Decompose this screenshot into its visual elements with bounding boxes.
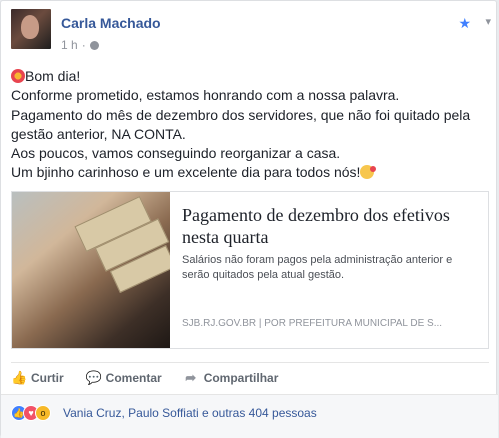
comment-button[interactable]: 💬 Comentar [85,370,162,386]
reactions-bar: 👍 ♥ o Vania Cruz, Paulo Soffiati e outra… [1,394,498,438]
post-time[interactable]: 1 h [61,38,78,52]
divider [11,362,489,363]
action-bar: 👍 Curtir 💬 Comentar ➦ Compartilhar [11,365,489,391]
reactions-summary[interactable]: Vania Cruz, Paulo Soffiati e outras 404 … [63,406,317,420]
post-text: Bom dia! Conforme prometido, estamos hon… [11,67,489,183]
author-name[interactable]: Carla Machado [61,15,161,31]
comment-label: Comentar [105,371,162,385]
post-card: Carla Machado 1 h · ★ ▾ Bom dia! Conform… [0,0,498,438]
like-label: Curtir [31,371,64,385]
share-label: Compartilhar [203,371,279,385]
post-line: Aos poucos, vamos conseguindo reorganiza… [11,145,341,162]
wow-reaction-icon: o [35,405,51,421]
post-header: Carla Machado 1 h · ★ ▾ [11,9,491,59]
like-button[interactable]: 👍 Curtir [11,370,64,386]
post-line: Bom dia! [11,67,489,86]
preview-title[interactable]: Pagamento de dezembro dos efetivos nesta… [182,204,480,248]
post-line: Conforme prometido, estamos honrando com… [11,87,400,104]
chevron-down-icon[interactable]: ▾ [485,15,491,28]
link-preview[interactable]: Pagamento de dezembro dos efetivos nesta… [11,191,489,349]
comment-icon: 💬 [85,370,102,385]
share-button[interactable]: ➦ Compartilhar [184,370,279,386]
thumbs-up-icon: 👍 [11,370,28,385]
preview-source: SJB.RJ.GOV.BR | POR PREFEITURA MUNICIPAL… [182,318,443,329]
separator-dot: · [81,38,86,52]
star-icon[interactable]: ★ [458,15,471,32]
avatar[interactable] [11,9,51,49]
post-meta: 1 h · [61,38,99,52]
preview-thumbnail[interactable] [12,192,170,348]
globe-icon [89,40,99,50]
kiss-emoji-icon [360,165,377,180]
share-arrow-icon: ➦ [185,370,197,385]
reaction-icons[interactable]: 👍 ♥ o [11,405,51,421]
preview-description: Salários não foram pagos pela administra… [182,254,453,281]
post-line-text: Bom dia! [25,68,81,84]
post-line: Pagamento do mês de dezembro dos servido… [11,106,471,142]
post-line-text: Um bjinho carinhoso e um excelente dia p… [11,164,361,181]
post-line: Um bjinho carinhoso e um excelente dia p… [11,163,489,182]
burst-emoji-icon [11,69,25,83]
